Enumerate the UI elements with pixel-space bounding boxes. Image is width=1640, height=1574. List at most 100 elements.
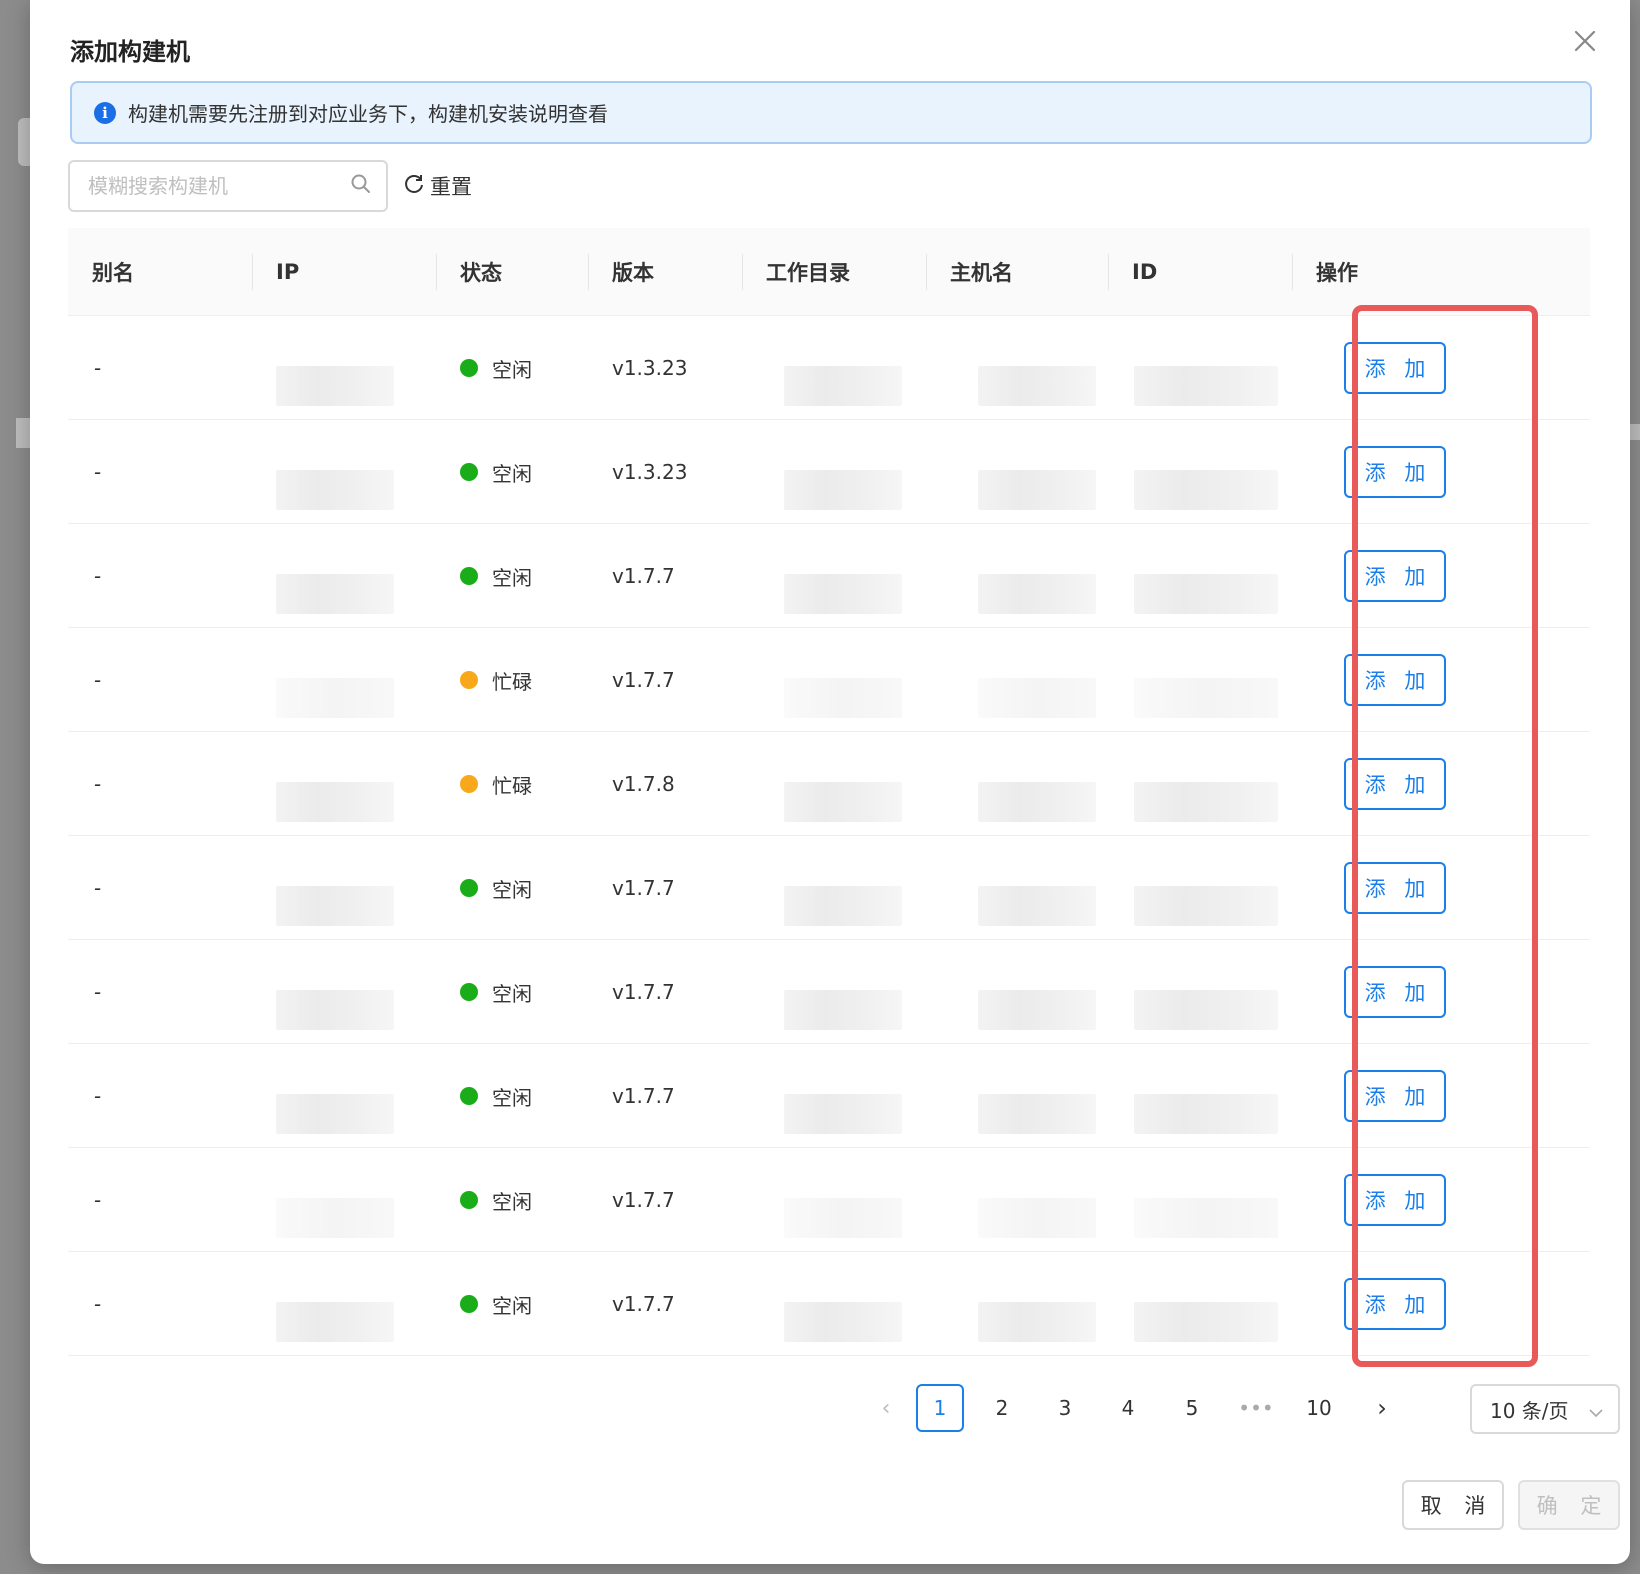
workdir-redacted: [784, 990, 902, 1030]
id-redacted: [1134, 574, 1278, 614]
search-box[interactable]: [68, 160, 388, 212]
add-button[interactable]: 添 加: [1344, 342, 1446, 394]
id-redacted: [1134, 678, 1278, 718]
version-cell: v1.7.8: [612, 772, 675, 796]
cancel-button[interactable]: 取 消: [1402, 1480, 1504, 1530]
table-body: - 空闲 v1.3.23 添 加 - 空闲 v1.3.23 添 加 - 空闲 v…: [68, 316, 1590, 1356]
status-dot: [460, 671, 478, 689]
close-icon[interactable]: [1570, 26, 1600, 56]
hostname-redacted: [978, 990, 1096, 1030]
add-button[interactable]: 添 加: [1344, 654, 1446, 706]
status-cell: 忙碌: [460, 732, 532, 836]
id-redacted: [1134, 366, 1278, 406]
workdir-redacted: [784, 366, 902, 406]
page-2[interactable]: 2: [978, 1384, 1026, 1432]
ip-redacted: [276, 782, 394, 822]
table-row: - 空闲 v1.7.7 添 加: [68, 1252, 1590, 1356]
ip-redacted: [276, 574, 394, 614]
ip-redacted: [276, 1302, 394, 1342]
info-text: 构建机需要先注册到对应业务下，构建机安装说明查看: [128, 102, 608, 126]
column-header-id: ID: [1132, 260, 1158, 284]
page-1[interactable]: 1: [916, 1384, 964, 1432]
prev-page-icon[interactable]: ‹: [862, 1384, 910, 1432]
version-cell: v1.7.7: [612, 1084, 675, 1108]
status-cell: 空闲: [460, 1044, 532, 1148]
next-page-icon[interactable]: ›: [1358, 1384, 1406, 1432]
id-redacted: [1134, 1198, 1278, 1238]
status-cell: 忙碌: [460, 628, 532, 732]
table-row: - 空闲 v1.7.7 添 加: [68, 1044, 1590, 1148]
add-button[interactable]: 添 加: [1344, 966, 1446, 1018]
hostname-redacted: [978, 366, 1096, 406]
column-header-alias: 别名: [92, 261, 134, 285]
table-row: - 空闲 v1.7.7 添 加: [68, 524, 1590, 628]
table-header: 别名 IP 状态 版本 工作目录 主机名 ID 操作: [68, 228, 1590, 316]
page-size-select[interactable]: 10 条/页: [1470, 1384, 1620, 1434]
add-button[interactable]: 添 加: [1344, 446, 1446, 498]
page-5[interactable]: 5: [1168, 1384, 1216, 1432]
status-dot: [460, 463, 478, 481]
alias-cell: -: [94, 564, 102, 588]
info-icon: i: [94, 101, 116, 124]
alias-cell: -: [94, 1188, 102, 1212]
page-ellipsis[interactable]: •••: [1232, 1384, 1280, 1432]
add-button[interactable]: 添 加: [1344, 1070, 1446, 1122]
alias-cell: -: [94, 668, 102, 692]
alias-cell: -: [94, 876, 102, 900]
refresh-icon: [402, 172, 426, 201]
status-dot: [460, 879, 478, 897]
version-cell: v1.3.23: [612, 460, 688, 484]
status-cell: 空闲: [460, 940, 532, 1044]
column-header-action: 操作: [1316, 261, 1358, 285]
status-label: 空闲: [492, 1293, 532, 1318]
status-label: 空闲: [492, 565, 532, 590]
status-label: 忙碌: [492, 669, 532, 694]
column-header-hostname: 主机名: [950, 261, 1013, 285]
id-redacted: [1134, 1094, 1278, 1134]
status-cell: 空闲: [460, 316, 532, 420]
add-button[interactable]: 添 加: [1344, 550, 1446, 602]
hostname-redacted: [978, 470, 1096, 510]
status-label: 空闲: [492, 981, 532, 1006]
id-redacted: [1134, 1302, 1278, 1342]
ip-redacted: [276, 678, 394, 718]
confirm-button[interactable]: 确 定: [1518, 1480, 1620, 1530]
table-row: - 忙碌 v1.7.7 添 加: [68, 628, 1590, 732]
reset-button[interactable]: 重置: [402, 168, 472, 204]
status-label: 空闲: [492, 1189, 532, 1214]
column-header-version: 版本: [612, 261, 654, 285]
status-label: 空闲: [492, 357, 532, 382]
hostname-redacted: [978, 574, 1096, 614]
add-button[interactable]: 添 加: [1344, 758, 1446, 810]
version-cell: v1.7.7: [612, 1292, 675, 1316]
add-button[interactable]: 添 加: [1344, 1278, 1446, 1330]
reset-label: 重置: [430, 175, 472, 199]
status-label: 空闲: [492, 461, 532, 486]
page-10[interactable]: 10: [1295, 1384, 1343, 1432]
add-button[interactable]: 添 加: [1344, 1174, 1446, 1226]
version-cell: v1.7.7: [612, 1188, 675, 1212]
chevron-down-icon: [1588, 1402, 1604, 1426]
status-dot: [460, 1191, 478, 1209]
dialog-title: 添加构建机: [70, 38, 190, 66]
info-alert: i 构建机需要先注册到对应业务下，构建机安装说明查看: [70, 81, 1592, 144]
page-3[interactable]: 3: [1041, 1384, 1089, 1432]
version-cell: v1.7.7: [612, 564, 675, 588]
status-cell: 空闲: [460, 1252, 532, 1356]
page-4[interactable]: 4: [1104, 1384, 1152, 1432]
workdir-redacted: [784, 470, 902, 510]
search-icon[interactable]: [350, 173, 372, 199]
workdir-redacted: [784, 886, 902, 926]
alias-cell: -: [94, 772, 102, 796]
ip-redacted: [276, 366, 394, 406]
alias-cell: -: [94, 980, 102, 1004]
status-dot: [460, 983, 478, 1001]
hostname-redacted: [978, 782, 1096, 822]
status-cell: 空闲: [460, 1148, 532, 1252]
search-input[interactable]: [88, 174, 350, 198]
status-cell: 空闲: [460, 836, 532, 940]
version-cell: v1.7.7: [612, 980, 675, 1004]
add-button[interactable]: 添 加: [1344, 862, 1446, 914]
id-redacted: [1134, 782, 1278, 822]
status-label: 空闲: [492, 1085, 532, 1110]
